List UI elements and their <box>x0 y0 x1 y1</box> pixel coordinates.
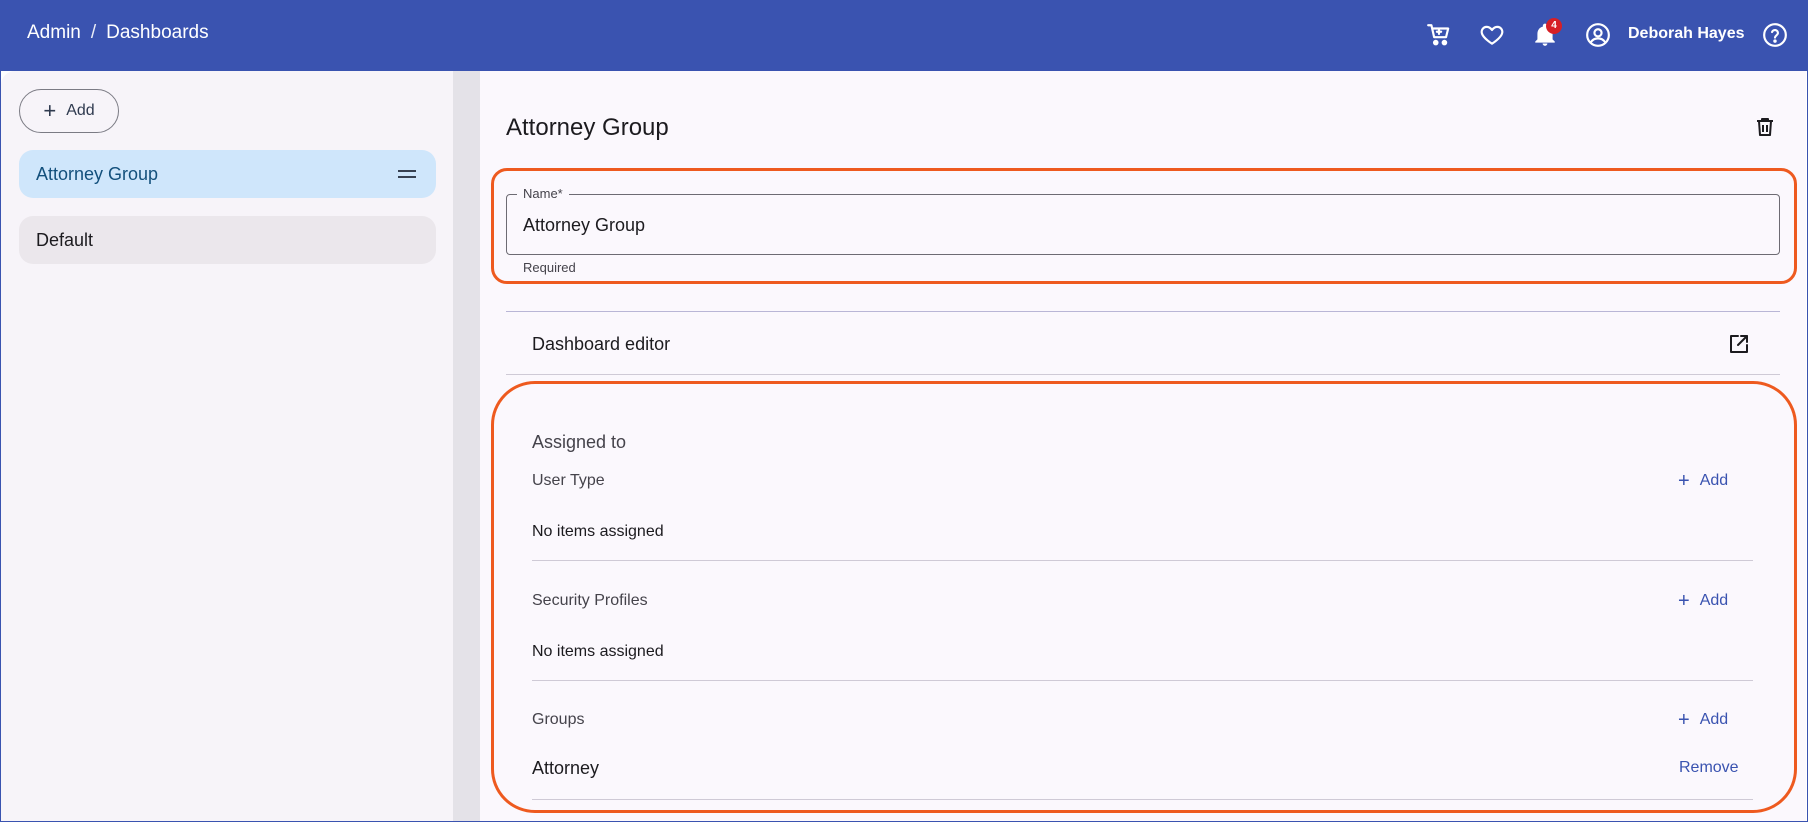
add-security-profile-button[interactable]: + Add <box>1678 590 1729 612</box>
trash-icon[interactable] <box>1753 115 1777 139</box>
highlight-assigned-section <box>491 381 1797 813</box>
remove-group-button[interactable]: Remove <box>1679 759 1739 777</box>
add-user-type-button[interactable]: + Add <box>1678 470 1729 492</box>
divider <box>532 680 1753 681</box>
breadcrumb-dashboards: Dashboards <box>106 22 209 43</box>
groups-label: Groups <box>532 711 585 728</box>
name-input-value[interactable]: Attorney Group <box>523 215 645 236</box>
name-helper-text: Required <box>523 260 576 275</box>
plus-icon: + <box>1678 470 1690 492</box>
plus-icon: + <box>1678 590 1690 612</box>
add-button-label: Add <box>66 102 95 119</box>
security-profiles-empty-text: No items assigned <box>532 643 664 660</box>
name-input[interactable] <box>506 194 1780 255</box>
page-title: Attorney Group <box>506 114 669 141</box>
notification-badge: 4 <box>1546 18 1562 34</box>
divider <box>532 799 1753 800</box>
security-profiles-label: Security Profiles <box>532 592 648 609</box>
sidebar-item-label: Default <box>36 229 94 250</box>
resize-gutter[interactable] <box>453 71 480 821</box>
user-name[interactable]: Deborah Hayes <box>1628 25 1745 43</box>
assigned-to-heading: Assigned to <box>532 432 627 452</box>
dashboard-editor-link[interactable]: Dashboard editor <box>532 334 670 355</box>
cart-icon[interactable] <box>1426 22 1452 48</box>
heart-icon[interactable] <box>1479 22 1505 48</box>
add-label: Add <box>1699 472 1729 489</box>
add-label: Add <box>1699 592 1729 609</box>
account-icon[interactable] <box>1585 22 1611 48</box>
sidebar-item-default[interactable]: Default <box>19 216 436 264</box>
plus-icon: + <box>1678 709 1690 731</box>
breadcrumb: Admin / Dashboards <box>27 22 209 44</box>
add-group-button[interactable]: + Add <box>1678 709 1729 731</box>
group-item-attorney: Attorney <box>532 758 600 778</box>
add-dashboard-button[interactable]: + Add <box>19 89 119 133</box>
breadcrumb-separator: / <box>90 22 97 43</box>
sidebar-item-attorney-group[interactable]: Attorney Group <box>19 150 436 198</box>
divider <box>506 374 1780 375</box>
sidebar-item-label: Attorney Group <box>36 163 159 184</box>
open-in-new-icon[interactable] <box>1727 332 1751 356</box>
divider <box>506 311 1780 312</box>
plus-icon: + <box>43 98 57 123</box>
breadcrumb-admin[interactable]: Admin <box>27 22 81 44</box>
user-type-label: User Type <box>532 472 605 489</box>
user-type-empty-text: No items assigned <box>532 523 664 540</box>
add-label: Add <box>1699 711 1729 728</box>
top-bar: Admin / Dashboards 4 Deborah Hayes <box>0 0 1808 71</box>
name-field-label: Name* <box>517 186 569 201</box>
divider <box>532 560 1753 561</box>
help-icon[interactable] <box>1762 22 1788 48</box>
drag-handle-icon[interactable] <box>398 170 416 178</box>
